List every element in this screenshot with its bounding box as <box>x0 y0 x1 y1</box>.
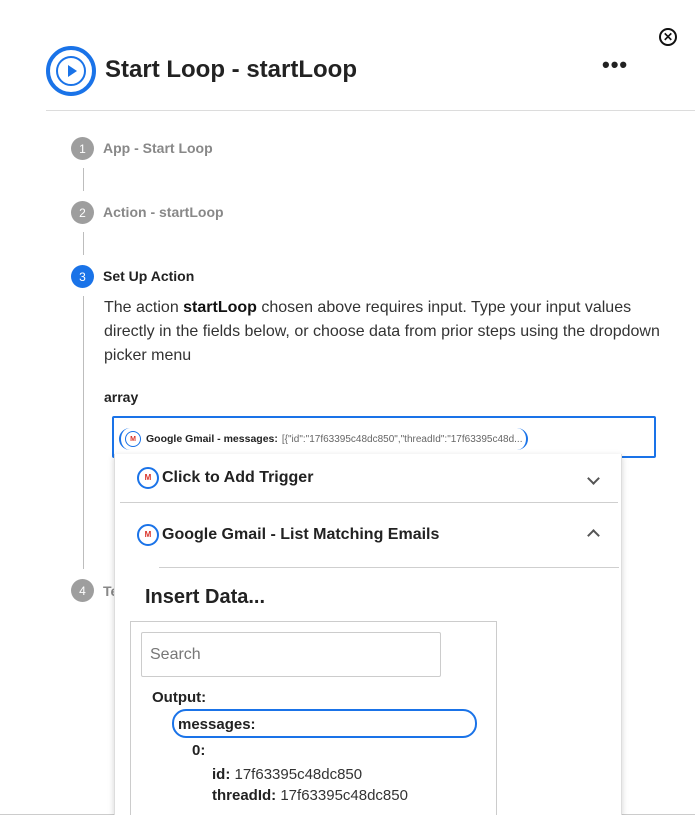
data-picker-dropdown: M Click to Add Trigger M Google Gmail - … <box>114 454 622 815</box>
index-key[interactable]: 0: <box>192 742 205 759</box>
step-1-label[interactable]: App - Start Loop <box>103 140 213 156</box>
data-pill[interactable]: M Google Gmail - messages: [{"id":"17f63… <box>119 428 529 450</box>
page-title: Start Loop - startLoop <box>105 56 357 83</box>
step-2-label[interactable]: Action - startLoop <box>103 204 224 220</box>
id-entry[interactable]: id: 17f63395c48dc850 <box>212 766 362 783</box>
setup-description: The action startLoop chosen above requir… <box>104 299 660 364</box>
chevron-down-icon[interactable] <box>587 471 600 485</box>
thread-id-entry[interactable]: threadId: 17f63395c48dc850 <box>212 787 408 804</box>
step-4-number: 4 <box>71 579 94 602</box>
pill-value: [{"id":"17f63395c48dc850","threadId":"17… <box>281 433 523 445</box>
close-icon[interactable]: ✕ <box>659 28 677 46</box>
array-field-label: array <box>104 389 139 405</box>
gmail-icon: M <box>125 431 141 447</box>
insert-data-box: Output: messages: 0: id: 17f63395c48dc85… <box>130 621 497 815</box>
divider <box>159 567 619 568</box>
source-label: Google Gmail - List Matching Emails <box>162 526 440 543</box>
chevron-up-icon[interactable] <box>587 528 600 542</box>
header-divider <box>46 110 695 111</box>
gmail-icon: M <box>137 467 159 489</box>
start-loop-panel: ✕ Start Loop - startLoop ••• 1 App - Sta… <box>0 0 695 815</box>
messages-key[interactable]: messages: <box>178 716 256 733</box>
search-input[interactable] <box>141 632 441 677</box>
more-options-button[interactable]: ••• <box>602 52 628 78</box>
gmail-icon: M <box>137 524 159 546</box>
step-connector <box>83 168 84 191</box>
insert-data-title: Insert Data... <box>145 586 266 608</box>
start-loop-icon <box>46 46 96 96</box>
step-3-number: 3 <box>71 265 94 288</box>
divider <box>120 502 618 503</box>
step-connector <box>83 296 84 569</box>
step-3-label[interactable]: Set Up Action <box>103 268 194 284</box>
trigger-accordion[interactable]: M Click to Add Trigger <box>120 454 618 502</box>
pill-label: Google Gmail - messages: <box>146 433 278 445</box>
output-label: Output: <box>152 689 207 706</box>
step-2-number: 2 <box>71 201 94 224</box>
array-input[interactable]: M Google Gmail - messages: [{"id":"17f63… <box>112 416 656 458</box>
trigger-label: Click to Add Trigger <box>162 469 314 486</box>
step-1-number: 1 <box>71 137 94 160</box>
source-accordion[interactable]: M Google Gmail - List Matching Emails <box>120 511 618 559</box>
step-connector <box>83 232 84 255</box>
